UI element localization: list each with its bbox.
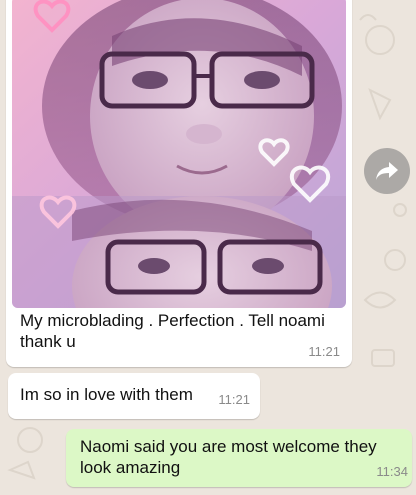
message-time: 11:21 — [308, 344, 340, 359]
message-time: 11:34 — [376, 464, 408, 479]
incoming-message-bubble[interactable]: Im so in love with them 11:21 — [8, 373, 260, 419]
message-text: Im so in love with them — [20, 385, 193, 404]
message-text: Naomi said you are most welcome they loo… — [80, 437, 377, 477]
image-caption: My microblading . Perfection . Tell noam… — [20, 311, 325, 351]
message-time: 11:21 — [218, 392, 250, 407]
forward-arrow-icon — [376, 162, 398, 180]
forward-button[interactable] — [364, 148, 410, 194]
shared-photo[interactable] — [12, 0, 346, 308]
image-message-bubble[interactable]: My microblading . Perfection . Tell noam… — [6, 0, 352, 367]
outgoing-message-bubble[interactable]: Naomi said you are most welcome they loo… — [66, 429, 412, 487]
